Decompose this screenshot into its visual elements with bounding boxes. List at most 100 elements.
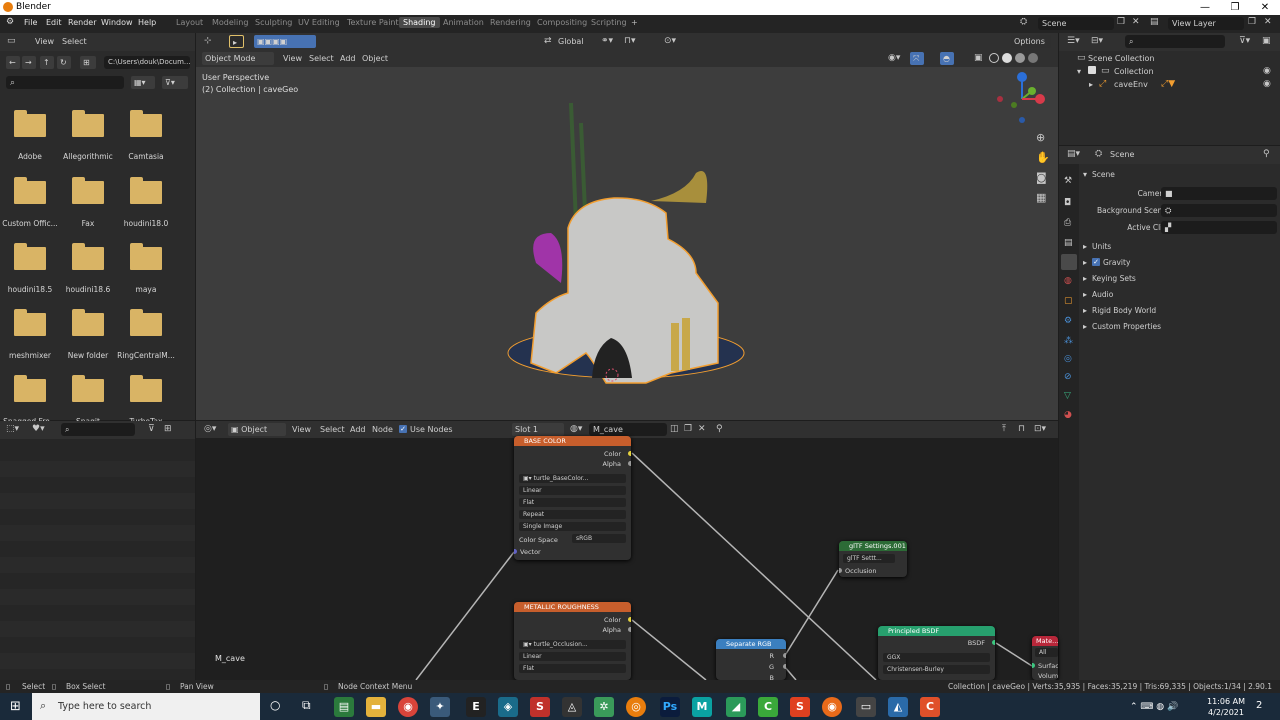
image-datablock-field[interactable]: ▣▾ turtle_Occlusion... [519,640,626,649]
menu-render[interactable]: Render [68,18,96,27]
app-icon[interactable]: C [920,697,940,717]
taskbar-search-placeholder[interactable]: Type here to search [58,701,151,712]
folder-item[interactable]: RingCentralM... [117,309,188,361]
wireframe-shading-icon[interactable] [989,53,999,63]
viewport-view-menu[interactable]: View [283,54,302,63]
folder-item[interactable]: houdini18.0 [124,177,188,229]
chrome-icon[interactable]: ◉ [398,697,418,717]
gravity-section[interactable]: Gravity [1103,258,1130,267]
node-group-field[interactable]: glTF Settt... [843,554,895,563]
viewport-add-menu[interactable]: Add [340,54,356,63]
output-bsdf-socket[interactable] [992,640,995,645]
rendered-shading-icon[interactable] [1028,53,1038,63]
tab-layout[interactable]: Layout [176,18,203,27]
blender-menu-icon[interactable]: ⚙ [6,17,14,27]
overlay-toggle-icon[interactable]: ◓ [940,52,954,65]
scene-panel-expand-icon[interactable]: ▾ [1083,170,1087,179]
app-icon[interactable]: ◬ [562,697,582,717]
display-mode-icon[interactable]: ⊟▾ [1091,36,1103,46]
scene-tab-icon[interactable] [1061,254,1077,270]
tab-animation[interactable]: Animation [443,18,484,27]
add-workspace-button[interactable]: + [631,18,638,27]
collection-checkbox[interactable] [1088,66,1096,74]
metallic-roughness-texture-node[interactable]: METALLIC ROUGHNESS Color Alpha ▣▾ turtle… [514,602,631,680]
object-label[interactable]: caveEnv [1114,80,1148,89]
epic-games-icon[interactable]: E [466,697,486,717]
material-output-node[interactable]: Mate... All Surface Volume [1032,636,1058,680]
shader-node-editor[interactable]: ◎▾ ▣ Object View Select Add Node ✓ Use N… [196,421,1058,680]
filter-icon[interactable]: ⊽▾ [162,76,188,89]
gltf-settings-node[interactable]: glTF Settings.001 glTF Settt... Occlusio… [839,541,907,577]
data-tab-icon[interactable]: ▽ [1064,391,1071,401]
cortana-icon[interactable]: ○ [270,698,280,712]
proportional-edit-icon[interactable]: ⊙▾ [664,36,676,46]
file-search-input[interactable]: ⌕ [6,76,124,89]
transform-tool-icon[interactable]: ⊹ [204,36,212,46]
render-tab-icon[interactable]: ◘ [1064,198,1071,208]
back-arrow-icon[interactable]: ← [6,56,20,69]
maya-icon[interactable]: M [692,697,712,717]
pin-icon[interactable]: ⚲ [1263,149,1270,159]
editor-type-icon[interactable]: ▭ [7,36,16,46]
object-tab-icon[interactable]: ▢ [1064,296,1073,306]
separate-rgb-node[interactable]: Separate RGB R G B [716,639,786,680]
menu-file[interactable]: File [24,18,37,27]
image-datablock-field[interactable]: ▣▾ turtle_BaseColor... [519,474,626,483]
file-select-menu[interactable]: Select [62,37,87,46]
xray-icon[interactable]: ▣ [974,53,983,63]
display-mode-icon[interactable]: ▦▾ [131,76,155,89]
taskbar-date[interactable]: 4/2/2021 [1204,708,1248,717]
delete-view-layer-icon[interactable]: ✕ [1264,17,1272,27]
notification-icon[interactable]: 2 [1256,700,1262,711]
app-icon[interactable]: S [530,697,550,717]
transform-orientation-icon[interactable]: ⇄ [544,36,552,46]
new-folder-icon[interactable]: ⊞ [80,56,96,69]
menu-window[interactable]: Window [101,18,133,27]
extension-dropdown[interactable]: Repeat [519,510,626,519]
ortho-grid-icon[interactable]: ▦ [1036,191,1046,204]
viewport-object-menu[interactable]: Object [362,54,388,63]
image-display-icon[interactable]: ♥▾ [32,424,45,434]
background-scene-field[interactable]: ⛭ [1161,204,1277,217]
directory-path-field[interactable]: C:\Users\douk\Docum... [104,56,190,69]
app-icon[interactable]: ✲ [594,697,614,717]
projection-dropdown[interactable]: Flat [519,498,626,507]
constraints-tab-icon[interactable]: ⊘ [1064,372,1072,382]
folder-item[interactable]: Camtasia [128,110,188,162]
folder-item[interactable]: TurboTax [128,375,188,427]
properties-type-icon[interactable]: ▤▾ [1067,149,1080,159]
units-expand-icon[interactable]: ▸ [1083,242,1087,251]
file-explorer-icon[interactable]: ▬ [366,697,386,717]
output-color-socket[interactable] [628,451,631,456]
target-dropdown[interactable]: All [1035,648,1058,657]
outliner-type-icon[interactable]: ☰▾ [1067,36,1080,46]
audio-section[interactable]: Audio [1092,290,1113,299]
refresh-icon[interactable]: ↻ [57,56,71,69]
color-space-dropdown[interactable]: sRGB [572,534,626,543]
output-g-socket[interactable] [783,664,786,669]
tab-modeling[interactable]: Modeling [212,18,248,27]
tab-rendering[interactable]: Rendering [490,18,531,27]
visibility-icon[interactable]: ◉▾ [888,53,900,63]
task-view-icon[interactable]: ⧉ [302,698,311,713]
new-scene-icon[interactable]: ❐ [1117,17,1125,27]
view-layer-icon[interactable]: ▤ [1150,17,1159,27]
keying-sets-section[interactable]: Keying Sets [1092,274,1136,283]
object-expand-icon[interactable]: ▸ [1089,80,1093,89]
forward-arrow-icon[interactable]: → [22,56,36,69]
solid-shading-icon[interactable] [1002,53,1012,63]
cave-model[interactable] [496,83,756,393]
custom-props-expand-icon[interactable]: ▸ [1083,322,1087,331]
source-dropdown[interactable]: Single Image [519,522,626,531]
select-mode-icons[interactable]: ▣▣▣▣ [254,35,316,48]
delete-scene-icon[interactable]: ✕ [1132,17,1140,27]
base-color-texture-node[interactable]: BASE COLOR Color Alpha ▣▾ turtle_BaseCol… [514,436,631,560]
menu-edit[interactable]: Edit [46,18,62,27]
pivot-icon[interactable]: ⚭▾ [601,36,613,46]
keying-sets-expand-icon[interactable]: ▸ [1083,274,1087,283]
material-tab-icon[interactable]: ◕ [1064,410,1072,420]
camera-view-icon[interactable]: ◙ [1036,171,1047,184]
pan-hand-icon[interactable]: ✋ [1036,151,1050,164]
parent-dir-icon[interactable]: ↑ [40,56,54,69]
filter-icon[interactable]: ⊽▾ [1239,36,1250,46]
